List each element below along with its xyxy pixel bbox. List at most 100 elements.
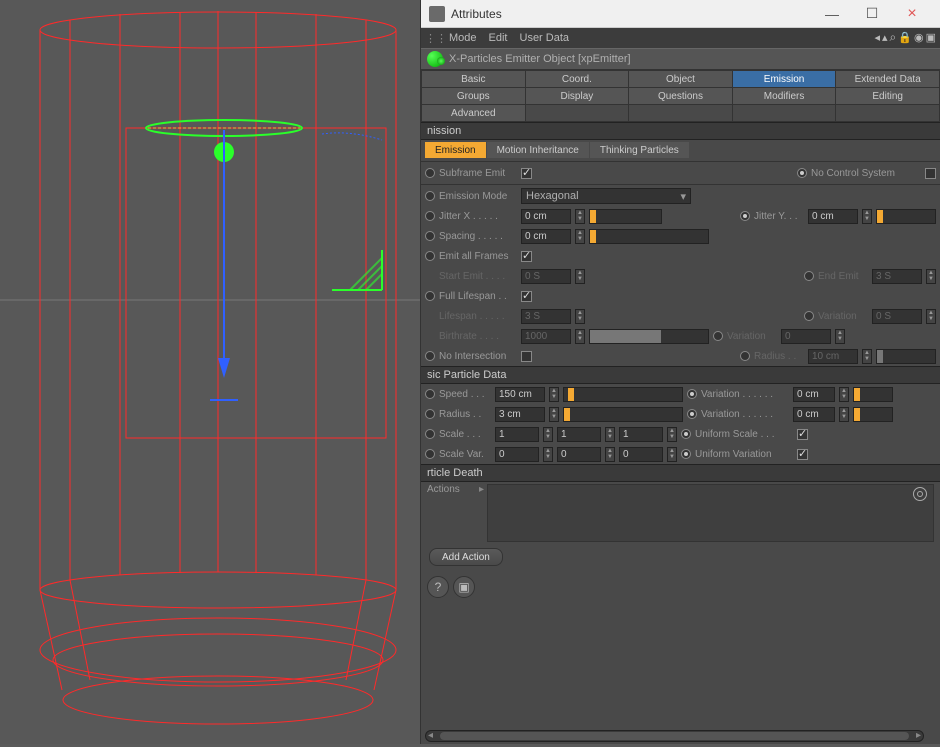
slider-jy[interactable] <box>876 209 936 224</box>
tab-basic[interactable]: Basic <box>422 71 525 87</box>
radio-speed[interactable] <box>425 389 435 399</box>
radio-nrad <box>740 351 750 361</box>
chk-eaf[interactable] <box>521 251 532 262</box>
input-scale-y[interactable]: 1 <box>557 427 601 442</box>
input-scalev-z[interactable]: 0 <box>619 447 663 462</box>
input-jitter-y[interactable]: 0 cm <box>808 209 858 224</box>
tab-groups[interactable]: Groups <box>422 88 525 104</box>
spinner-svar[interactable] <box>839 387 849 402</box>
tab-coord[interactable]: Coord. <box>526 71 629 87</box>
camera-icon[interactable]: ▣ <box>453 576 475 598</box>
nav-fwd-icon[interactable]: ▴ <box>882 31 888 44</box>
radio-eaf[interactable] <box>425 251 435 261</box>
nav-back-icon[interactable]: ◂ <box>874 31 880 44</box>
radio-jx[interactable] <box>425 211 435 221</box>
new-window-icon[interactable]: ▣ <box>926 31 936 44</box>
tab-questions[interactable]: Questions <box>629 88 732 104</box>
chk-nocontrol[interactable] <box>925 168 936 179</box>
input-spacing[interactable]: 0 cm <box>521 229 571 244</box>
window-titlebar[interactable]: Attributes — ☐ × <box>421 0 940 28</box>
subtab-motion[interactable]: Motion Inheritance <box>487 142 589 158</box>
chk-noi[interactable] <box>521 351 532 362</box>
chk-subframe[interactable] <box>521 168 532 179</box>
emission-subtabs: Emission Motion Inheritance Thinking Par… <box>421 140 940 160</box>
radio-emode[interactable] <box>425 191 435 201</box>
input-scale-x[interactable]: 1 <box>495 427 539 442</box>
search-icon[interactable]: ⌕ <box>890 30 897 45</box>
input-speed[interactable]: 150 cm <box>495 387 545 402</box>
radio-scalev[interactable] <box>425 449 435 459</box>
minimize-button[interactable]: — <box>812 0 852 28</box>
viewport-3d[interactable] <box>0 0 420 744</box>
lbl-svar: Variation . . . . . . <box>701 389 789 400</box>
lbl-start: Start Emit . . . . <box>439 271 517 282</box>
radio-uscale[interactable] <box>681 429 691 439</box>
input-jitter-x[interactable]: 0 cm <box>521 209 571 224</box>
radio-prad[interactable] <box>425 409 435 419</box>
scrollbar-horizontal[interactable] <box>425 730 924 742</box>
radio-prvar[interactable] <box>687 409 697 419</box>
close-button[interactable]: × <box>892 0 932 28</box>
tab-display[interactable]: Display <box>526 88 629 104</box>
radio-svar[interactable] <box>687 389 697 399</box>
radio-uvar[interactable] <box>681 449 691 459</box>
slider-speed[interactable] <box>563 387 683 402</box>
subtab-thinking[interactable]: Thinking Particles <box>590 142 689 158</box>
radio-end <box>804 271 814 281</box>
radio-fl[interactable] <box>425 291 435 301</box>
help-icon[interactable]: ? <box>427 576 449 598</box>
chk-uscale[interactable] <box>797 429 808 440</box>
spinner-speed[interactable] <box>549 387 559 402</box>
menu-mode[interactable]: Mode <box>449 32 477 44</box>
radio-jy[interactable] <box>740 211 750 221</box>
expand-icon[interactable]: ▸ <box>479 484 487 495</box>
subtab-emission[interactable]: Emission <box>425 142 486 158</box>
emitter-icon <box>427 51 443 67</box>
slider-sp[interactable] <box>589 229 709 244</box>
target-icon[interactable] <box>913 487 927 501</box>
slider-svar[interactable] <box>853 387 893 402</box>
tab-extended[interactable]: Extended Data <box>836 71 939 87</box>
input-prad[interactable]: 3 cm <box>495 407 545 422</box>
radio-sp[interactable] <box>425 231 435 241</box>
lock-icon[interactable]: 🔒 <box>898 31 912 44</box>
dropdown-emission-mode[interactable]: Hexagonal <box>521 188 691 204</box>
spinner-jx[interactable] <box>575 209 585 224</box>
spinner-sp[interactable] <box>575 229 585 244</box>
radio-subframe[interactable] <box>425 168 435 178</box>
spinner-prvar[interactable] <box>839 407 849 422</box>
input-nrad: 10 cm <box>808 349 858 364</box>
input-scalev-x[interactable]: 0 <box>495 447 539 462</box>
gear-icon[interactable]: ◉ <box>914 31 924 44</box>
spinner-var <box>926 309 936 324</box>
add-action-button[interactable]: Add Action <box>429 548 503 566</box>
menu-userdata[interactable]: User Data <box>520 32 570 44</box>
maximize-button[interactable]: ☐ <box>852 0 892 28</box>
radio-noi[interactable] <box>425 351 435 361</box>
spinner-prad[interactable] <box>549 407 559 422</box>
menu-edit[interactable]: Edit <box>489 32 508 44</box>
actions-list[interactable] <box>487 484 934 542</box>
section-emission: nission <box>421 122 940 140</box>
slider-prvar[interactable] <box>853 407 893 422</box>
radio-nocontrol[interactable] <box>797 168 807 178</box>
tab-modifiers[interactable]: Modifiers <box>733 88 836 104</box>
input-prvar[interactable]: 0 cm <box>793 407 835 422</box>
slider-jx[interactable] <box>589 209 662 224</box>
menu-bar: ⋮⋮ Mode Edit User Data ◂ ▴ ⌕ 🔒 ◉ ▣ <box>421 28 940 48</box>
lbl-uscale: Uniform Scale . . . <box>695 429 793 440</box>
spinner-jy[interactable] <box>862 209 872 224</box>
chk-fl[interactable] <box>521 291 532 302</box>
tab-object[interactable]: Object <box>629 71 732 87</box>
tab-editing[interactable]: Editing <box>836 88 939 104</box>
scrollbar-thumb[interactable] <box>440 732 909 740</box>
lbl-scalev: Scale Var. <box>439 449 491 460</box>
input-svar[interactable]: 0 cm <box>793 387 835 402</box>
chk-uvar[interactable] <box>797 449 808 460</box>
input-scalev-y[interactable]: 0 <box>557 447 601 462</box>
tab-advanced[interactable]: Advanced <box>422 105 525 121</box>
tab-emission[interactable]: Emission <box>733 71 836 87</box>
radio-scale[interactable] <box>425 429 435 439</box>
input-scale-z[interactable]: 1 <box>619 427 663 442</box>
slider-prad[interactable] <box>563 407 683 422</box>
